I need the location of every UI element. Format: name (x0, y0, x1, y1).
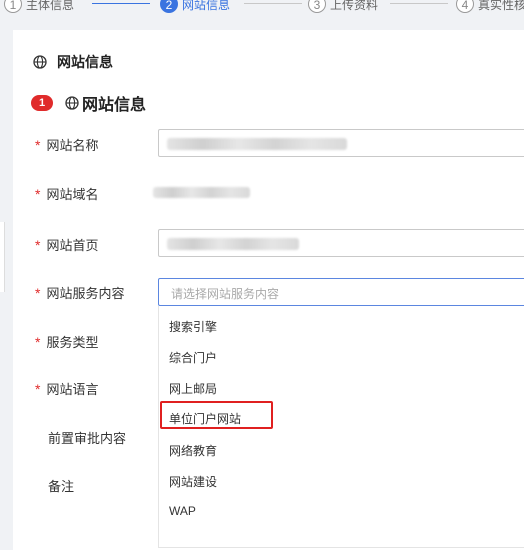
service-content-dropdown: 搜索引擎 综合门户 网上邮局 单位门户网站 网络教育 网站建设 WAP (158, 306, 524, 548)
required-mark: * (35, 334, 41, 350)
remarks-label: 备注 (48, 479, 75, 494)
step-1: 1 主体信息 (4, 0, 74, 14)
step-3-number: 3 (308, 0, 326, 13)
redacted-value (167, 238, 299, 250)
dropdown-option[interactable]: 综合门户 (169, 349, 217, 366)
section-header: 网站信息 (33, 52, 113, 72)
step-1-label: 主体信息 (26, 0, 75, 12)
step-4: 4 真实性核验 (456, 0, 524, 14)
step-3-label: 上传资料 (330, 0, 379, 12)
site-language-label: * 网站语言 (35, 379, 98, 398)
step-connector (92, 3, 150, 4)
required-mark: * (35, 285, 41, 301)
site-domain-label: * 网站域名 (35, 184, 98, 203)
dropdown-option-highlighted[interactable]: 单位门户网站 (169, 410, 241, 427)
globe-icon (33, 55, 47, 69)
service-type-label: * 服务类型 (35, 332, 98, 351)
dropdown-option[interactable]: WAP (169, 504, 196, 518)
site-count-badge: 1 (31, 95, 53, 111)
dropdown-option[interactable]: 网上邮局 (169, 380, 217, 397)
dropdown-option[interactable]: 网络教育 (169, 442, 217, 459)
service-content-placeholder: 请选择网站服务内容 (171, 287, 280, 301)
step-2: 2 网站信息 (160, 0, 230, 14)
step-4-label: 真实性核验 (478, 0, 524, 12)
dropdown-option[interactable]: 网站建设 (169, 473, 217, 490)
site-language-label-text: 网站语言 (46, 382, 99, 397)
section-title: 网站信息 (57, 54, 113, 70)
dropdown-option[interactable]: 搜索引擎 (169, 318, 217, 335)
step-connector (244, 3, 302, 4)
site-home-input[interactable] (158, 229, 524, 257)
site-domain-label-text: 网站域名 (46, 187, 99, 202)
site-block-header: 1 网站信息 (31, 91, 146, 115)
steps-bar: 1 主体信息 2 网站信息 3 上传资料 4 真实性核验 (0, 0, 524, 16)
redacted-value (167, 138, 347, 150)
step-4-number: 4 (456, 0, 474, 13)
required-mark: * (35, 186, 41, 202)
service-content-select[interactable]: 请选择网站服务内容 (158, 278, 524, 306)
site-block-title: 网站信息 (82, 97, 147, 114)
step-connector (390, 3, 448, 4)
side-panel-edge (0, 222, 5, 292)
step-2-label: 网站信息 (182, 0, 231, 12)
step-3: 3 上传资料 (308, 0, 378, 14)
site-name-input[interactable] (158, 129, 524, 157)
required-mark: * (35, 137, 41, 153)
step-1-number: 1 (4, 0, 22, 13)
pre-approval-label: 前置审批内容 (48, 431, 127, 446)
service-type-label-text: 服务类型 (46, 335, 99, 350)
website-info-card: 网站信息 1 网站信息 * 网站名称 * 网站域名 * 网站首页 * 网站服务内容 请选… (13, 30, 524, 550)
site-name-label: * 网站名称 (35, 135, 98, 154)
service-content-label-text: 网站服务内容 (46, 286, 125, 301)
step-2-number: 2 (160, 0, 178, 13)
site-home-label: * 网站首页 (35, 235, 98, 254)
globe-icon (65, 96, 79, 110)
redacted-domain (153, 187, 250, 198)
required-mark: * (35, 381, 41, 397)
required-mark: * (35, 237, 41, 253)
service-content-label: * 网站服务内容 (35, 283, 124, 302)
site-home-label-text: 网站首页 (46, 238, 99, 253)
site-name-label-text: 网站名称 (46, 138, 99, 153)
